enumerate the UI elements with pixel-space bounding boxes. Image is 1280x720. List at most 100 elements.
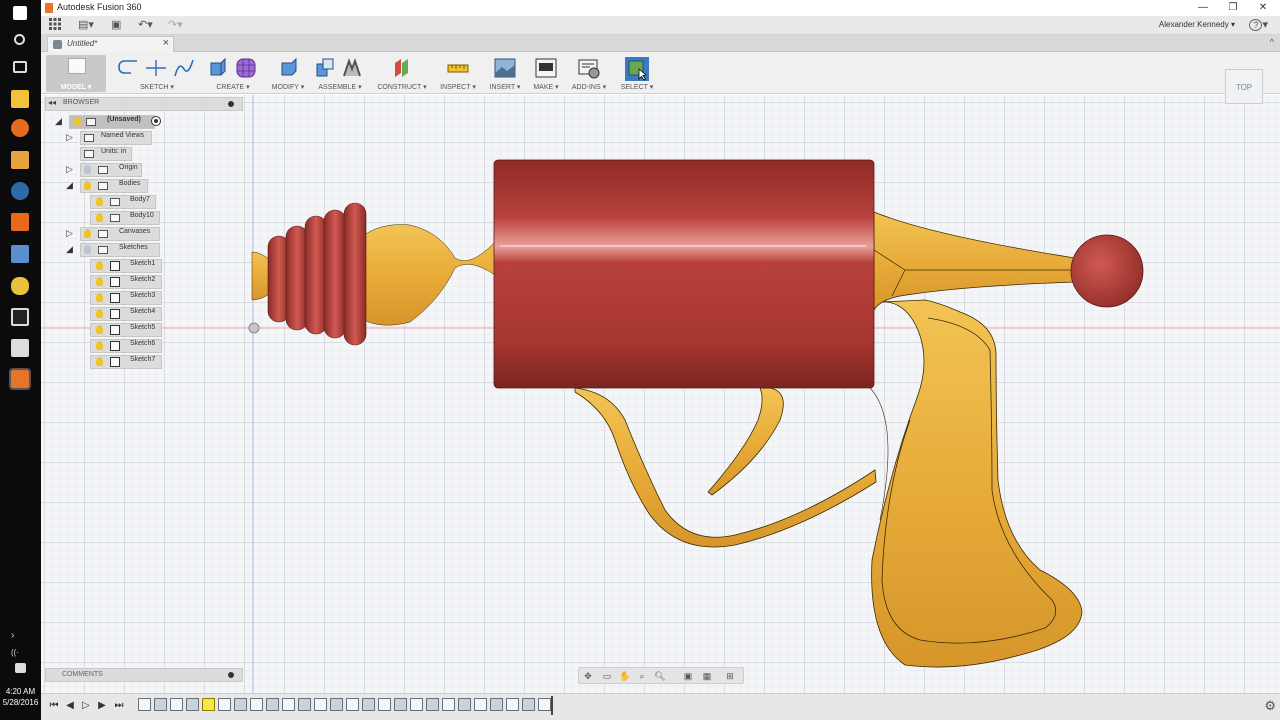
step-forward-icon[interactable]: ▶ [96, 699, 108, 713]
visibility-bulb-icon[interactable] [96, 197, 103, 206]
timeline-feature-body[interactable] [490, 698, 503, 711]
timeline-feature-body[interactable] [522, 698, 535, 711]
visibility-bulb-icon[interactable] [84, 229, 91, 238]
create-group[interactable]: CREATE ▾ [205, 55, 261, 92]
tree-node-canvases[interactable]: ▷ Canvases [66, 227, 186, 241]
help-icon[interactable]: ? ▾ [1249, 18, 1268, 31]
play-icon[interactable]: ▷ [80, 699, 92, 713]
grid-snaps-icon[interactable]: ▦ [701, 670, 713, 682]
browser-pin-icon[interactable] [228, 101, 234, 107]
fit-zoom-icon[interactable]: 🔍︎ [654, 670, 666, 682]
close-tab-icon[interactable]: × [163, 37, 169, 49]
user-menu[interactable]: Alexander Kennedy ▾ [1159, 20, 1235, 29]
modeling-canvas[interactable] [41, 95, 1280, 693]
step-back-icon[interactable]: ◀ [64, 699, 76, 713]
skip-to-end-icon[interactable]: ⏭ [113, 699, 125, 713]
expand-arrow-icon[interactable]: ▷ [66, 132, 76, 143]
comments-panel-header[interactable]: COMMENTS [45, 668, 243, 682]
timeline-feature-body[interactable] [362, 698, 375, 711]
visibility-bulb-icon[interactable] [74, 117, 81, 126]
make-group[interactable]: MAKE ▾ [531, 55, 561, 92]
new-component-icon[interactable] [315, 57, 337, 79]
collapse-browser-icon[interactable]: ◂◂ [48, 98, 56, 107]
visibility-bulb-icon[interactable] [84, 245, 91, 254]
search-icon[interactable] [14, 34, 25, 45]
office-icon[interactable] [11, 213, 29, 231]
fusion360-taskbar-icon[interactable] [9, 368, 31, 390]
visibility-bulb-icon[interactable] [96, 261, 103, 270]
data-panel-grid-icon[interactable] [49, 18, 61, 33]
timeline-feature-body[interactable] [154, 698, 167, 711]
file-menu-icon[interactable]: ▤▾ [78, 18, 94, 33]
timeline-feature-sketch[interactable] [250, 698, 263, 711]
comments-pin-icon[interactable] [228, 672, 234, 678]
timeline-feature-sketch[interactable] [314, 698, 327, 711]
view-cube[interactable]: TOP [1225, 69, 1263, 104]
save-icon[interactable]: ▣ [111, 18, 121, 33]
timeline-feature-sketch[interactable] [138, 698, 151, 711]
collapse-arrow-icon[interactable]: ◢ [55, 116, 65, 127]
joint-icon[interactable] [341, 57, 363, 79]
notifications-icon[interactable] [15, 663, 26, 673]
tree-node-bodies[interactable]: ◢ Bodies [66, 179, 166, 193]
spline-icon[interactable] [173, 57, 195, 79]
clock[interactable]: 4:20 AM 5/28/2016 [0, 686, 41, 708]
timeline-feature-sketch[interactable] [474, 698, 487, 711]
timeline-feature-sketch[interactable] [410, 698, 423, 711]
timeline-feature-sketch[interactable] [538, 698, 551, 711]
press-pull-icon[interactable] [277, 57, 299, 79]
task-view-icon[interactable] [13, 61, 27, 73]
tree-node-sketch2[interactable]: Sketch2 [90, 275, 190, 289]
orbit-icon[interactable]: ✥ [582, 670, 594, 682]
tree-node-named-views[interactable]: ▷ Named Views [66, 131, 186, 145]
browser-panel-header[interactable]: ◂◂ BROWSER [45, 97, 243, 111]
media-player-icon[interactable] [11, 151, 29, 169]
viewports-icon[interactable]: ⊞ [724, 670, 736, 682]
visibility-bulb-icon[interactable] [96, 309, 103, 318]
visibility-bulb-icon[interactable] [84, 181, 91, 190]
expand-arrow-icon[interactable]: ▷ [66, 228, 76, 239]
tree-node-sketch5[interactable]: Sketch5 [90, 323, 190, 337]
tree-node-root[interactable]: ◢ (Unsaved) [55, 115, 175, 129]
insert-group[interactable]: INSERT ▾ [487, 55, 523, 92]
timeline-feature-body[interactable] [298, 698, 311, 711]
visibility-bulb-icon[interactable] [96, 213, 103, 222]
tree-node-sketch1[interactable]: Sketch1 [90, 259, 190, 273]
tree-node-sketch4[interactable]: Sketch4 [90, 307, 190, 321]
extrude-icon[interactable] [207, 57, 229, 79]
collapse-arrow-icon[interactable]: ◢ [66, 244, 76, 255]
select-icon[interactable] [625, 57, 649, 81]
pan-icon[interactable]: ✋ [619, 670, 631, 682]
onedrive-icon[interactable] [11, 277, 29, 295]
remote-desktop-icon[interactable] [11, 245, 29, 263]
workspace-switcher[interactable]: MODEL ▾ [46, 55, 106, 92]
file-explorer-icon[interactable] [11, 90, 29, 108]
inspect-group[interactable]: INSPECT ▾ [439, 55, 477, 92]
timeline-settings-gear-icon[interactable]: ⚙ [1264, 698, 1276, 714]
tree-node-body10[interactable]: Body10 [90, 211, 190, 225]
scripts-addins-icon[interactable] [578, 57, 600, 79]
skip-to-start-icon[interactable]: ⏮ [48, 699, 60, 713]
timeline-feature-body[interactable] [234, 698, 247, 711]
timeline-feature-body[interactable] [266, 698, 279, 711]
timeline-feature-sketch[interactable] [378, 698, 391, 711]
timeline-feature-sketch[interactable] [282, 698, 295, 711]
timeline-feature-sketch[interactable] [170, 698, 183, 711]
tree-node-units[interactable]: Units: in [66, 147, 166, 161]
modify-group[interactable]: MODIFY ▾ [269, 55, 307, 92]
visibility-bulb-icon[interactable] [96, 357, 103, 366]
raygun-model[interactable] [41, 95, 1280, 693]
timeline-feature-sketch[interactable] [346, 698, 359, 711]
visibility-bulb-icon[interactable] [96, 325, 103, 334]
restore-button[interactable]: ❐ [1218, 0, 1248, 16]
visibility-bulb-icon[interactable] [96, 341, 103, 350]
windows-start-icon[interactable] [13, 6, 27, 20]
line-icon[interactable] [145, 57, 167, 79]
create-sketch-icon[interactable] [117, 57, 139, 79]
firefox-icon[interactable] [11, 119, 29, 137]
visibility-bulb-icon[interactable] [84, 165, 91, 174]
redo-icon[interactable]: ↷▾ [168, 18, 183, 33]
look-at-icon[interactable]: ▭ [601, 670, 613, 682]
construct-group[interactable]: CONSTRUCT ▾ [375, 55, 429, 92]
timeline-feature-sketch[interactable] [218, 698, 231, 711]
